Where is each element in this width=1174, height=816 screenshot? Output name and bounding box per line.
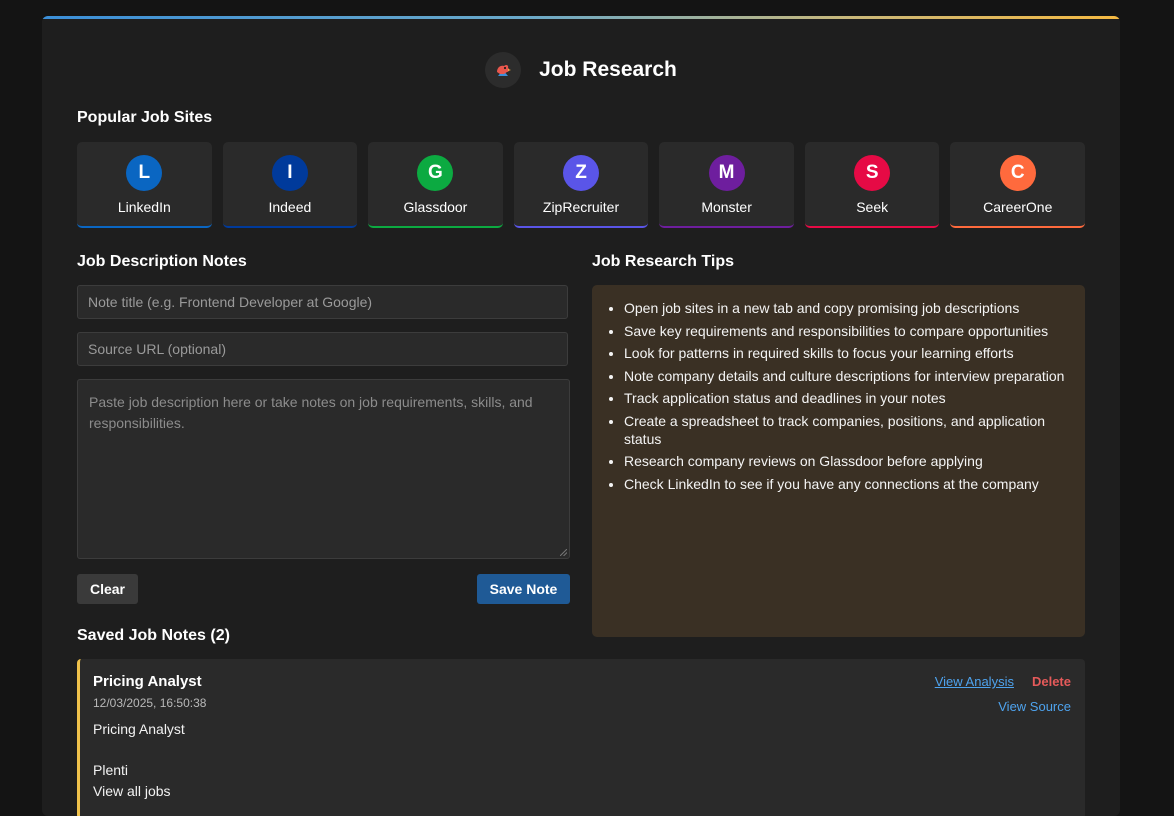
site-name: Monster	[701, 199, 752, 215]
note-body-line	[93, 740, 1085, 761]
job-site-seek[interactable]: S Seek	[804, 142, 940, 228]
note-title-input[interactable]: Note title (e.g. Frontend Developer at G…	[77, 285, 568, 319]
job-sites-grid: L LinkedIn I Indeed G Glassdoor Z ZipRecruiter M…	[77, 142, 1086, 230]
note-body-line: Plenti	[93, 762, 129, 778]
sites-section-title: Popular Job Sites	[77, 109, 213, 126]
site-name: ZipRecruiter	[542, 199, 620, 215]
tip-item: Check LinkedIn to see if you have any co…	[624, 475, 1065, 493]
tips-list: Open job sites in a new tab and copy pro…	[624, 299, 1065, 493]
tips-title: Job Research Tips	[592, 253, 734, 270]
view-analysis-link[interactable]: View Analysis	[935, 674, 1014, 689]
accent-bar	[42, 16, 1120, 19]
tip-item: Track application status and deadlines i…	[624, 389, 1065, 407]
site-name: CareerOne	[983, 199, 1053, 215]
site-logo-icon: Z	[563, 155, 600, 191]
site-logo-icon: S	[854, 155, 891, 191]
site-name: Glassdoor	[403, 199, 468, 215]
note-body-line: Pricing Analyst	[93, 721, 185, 737]
saved-note-body: Pricing Analyst Plenti View all jobs	[93, 719, 1085, 801]
job-site-linkedin[interactable]: L LinkedIn	[77, 142, 212, 228]
tip-item: Save key requirements and responsibiliti…	[624, 322, 1065, 340]
site-logo-icon: L	[126, 155, 163, 191]
page-title: Job Research	[539, 58, 677, 81]
site-logo-icon: M	[708, 155, 745, 191]
tip-item: Look for patterns in required skills to …	[624, 344, 1065, 362]
delete-note-button[interactable]: Delete	[1032, 674, 1071, 689]
saved-notes-title: Saved Job Notes (2)	[77, 627, 230, 644]
textarea-placeholder: Paste job description here or take notes…	[89, 394, 533, 431]
site-name: Seek	[856, 199, 889, 215]
notes-form-title: Job Description Notes	[77, 253, 247, 270]
source-url-input[interactable]: Source URL (optional)	[77, 332, 568, 366]
job-site-glassdoor[interactable]: G Glassdoor	[368, 142, 503, 228]
job-site-careerone[interactable]: C CareerOne	[950, 142, 1086, 228]
site-logo-icon: I	[271, 155, 308, 191]
site-name: Indeed	[268, 199, 312, 215]
job-description-textarea[interactable]: Paste job description here or take notes…	[77, 379, 570, 559]
note-actions: View Analysis Delete	[935, 674, 1071, 689]
tip-item: Open job sites in a new tab and copy pro…	[624, 299, 1065, 317]
tip-item: Create a spreadsheet to track companies,…	[624, 412, 1065, 448]
tip-item: Research company reviews on Glassdoor be…	[624, 452, 1065, 470]
site-logo-icon: G	[417, 155, 454, 191]
clear-button[interactable]: Clear	[77, 574, 138, 604]
job-site-monster[interactable]: M Monster	[659, 142, 794, 228]
tips-panel: Open job sites in a new tab and copy pro…	[592, 285, 1085, 637]
note-body-line: View all jobs	[93, 782, 171, 799]
main-card: Job Research Popular Job Sites L LinkedIn…	[42, 16, 1120, 816]
site-logo-icon: C	[999, 155, 1036, 191]
save-note-button[interactable]: Save Note	[477, 574, 570, 604]
tip-item: Note company details and culture descrip…	[624, 367, 1065, 385]
saved-note-card: Pricing Analyst 12/03/2025, 16:50:38 Pri…	[77, 659, 1085, 816]
rooster-icon	[485, 52, 522, 88]
page-header: Job Research	[42, 52, 1120, 88]
job-site-ziprecruiter[interactable]: Z ZipRecruiter	[513, 142, 649, 228]
view-source-link[interactable]: View Source	[998, 699, 1071, 714]
site-name: LinkedIn	[117, 199, 171, 215]
job-site-indeed[interactable]: I Indeed	[222, 142, 358, 228]
resize-handle-icon[interactable]	[560, 549, 567, 556]
saved-note-date: 12/03/2025, 16:50:38	[93, 696, 207, 710]
